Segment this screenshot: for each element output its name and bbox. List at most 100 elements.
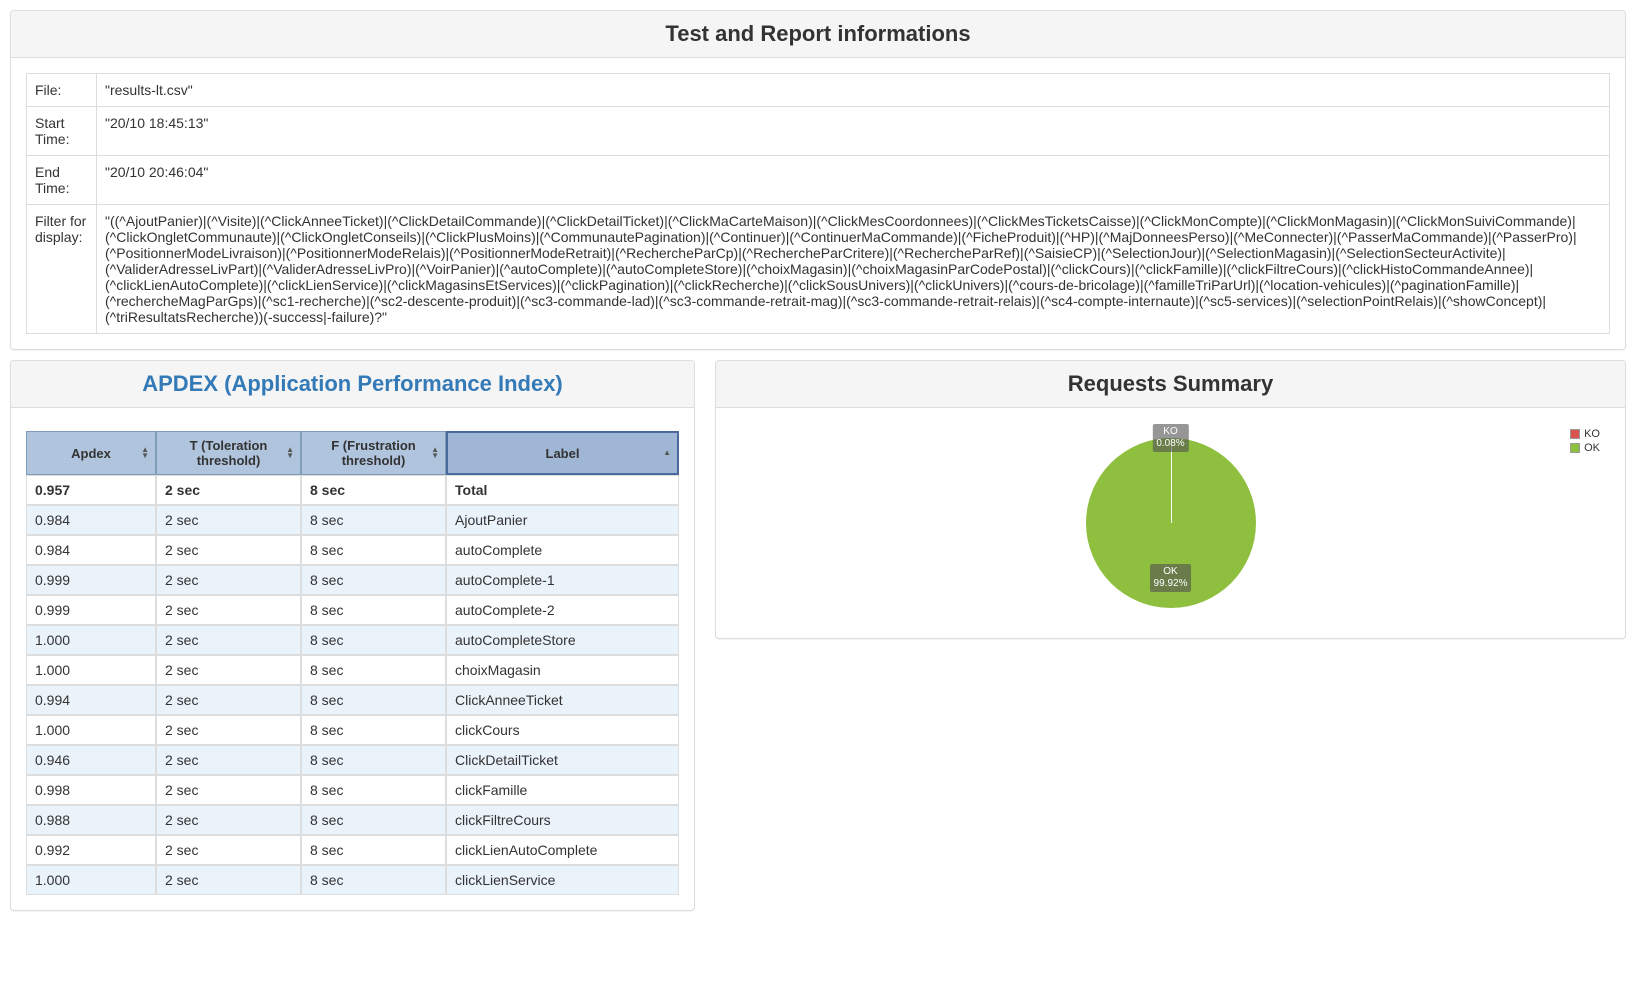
- apdex-cell-t: 2 sec: [156, 655, 301, 685]
- pie-label-ok: OK 99.92%: [1150, 564, 1192, 592]
- apdex-row: 0.9842 sec8 secautoComplete: [26, 535, 679, 565]
- summary-body: KO 0.08% OK 99.92% KOOK: [716, 408, 1625, 638]
- apdex-cell-t: 2 sec: [156, 595, 301, 625]
- apdex-col-f[interactable]: F (Frustration threshold) ▲▼: [301, 431, 446, 475]
- apdex-cell-f: 8 sec: [301, 625, 446, 655]
- legend-item[interactable]: KO: [1570, 427, 1600, 441]
- apdex-cell-f: 8 sec: [301, 835, 446, 865]
- apdex-cell-t: 2 sec: [156, 685, 301, 715]
- apdex-cell-t: 2 sec: [156, 475, 301, 505]
- apdex-cell-label: ClickDetailTicket: [446, 745, 679, 775]
- info-row: Filter for display:"((^AjoutPanier)|(^Vi…: [27, 205, 1610, 334]
- test-info-heading: Test and Report informations: [11, 11, 1625, 58]
- apdex-cell-f: 8 sec: [301, 715, 446, 745]
- apdex-cell-label: autoCompleteStore: [446, 625, 679, 655]
- apdex-cell-t: 2 sec: [156, 505, 301, 535]
- apdex-table: Apdex ▲▼ T (Toleration threshold) ▲▼: [26, 431, 679, 895]
- apdex-row: 0.9982 sec8 secclickFamille: [26, 775, 679, 805]
- sort-icon: ▲▼: [286, 447, 294, 459]
- apdex-row: 0.9992 sec8 secautoComplete-1: [26, 565, 679, 595]
- apdex-cell-apdex: 0.957: [26, 475, 156, 505]
- apdex-cell-t: 2 sec: [156, 805, 301, 835]
- sort-asc-icon: ▲: [663, 450, 671, 456]
- apdex-cell-label: autoComplete: [446, 535, 679, 565]
- apdex-col-apdex[interactable]: Apdex ▲▼: [26, 431, 156, 475]
- apdex-cell-f: 8 sec: [301, 655, 446, 685]
- pie-label-ko: KO 0.08%: [1152, 424, 1188, 452]
- apdex-cell-t: 2 sec: [156, 865, 301, 895]
- apdex-col-apdex-label: Apdex: [71, 446, 111, 461]
- apdex-cell-t: 2 sec: [156, 535, 301, 565]
- legend-label: OK: [1584, 441, 1600, 455]
- legend-swatch: [1570, 429, 1580, 439]
- apdex-cell-apdex: 0.998: [26, 775, 156, 805]
- legend-item[interactable]: OK: [1570, 441, 1600, 455]
- apdex-col-label-label: Label: [546, 446, 580, 461]
- info-row-value: "((^AjoutPanier)|(^Visite)|(^ClickAnneeT…: [97, 205, 1610, 334]
- apdex-col-t-label: T (Toleration threshold): [190, 438, 268, 468]
- apdex-row: 1.0002 sec8 secautoCompleteStore: [26, 625, 679, 655]
- apdex-heading: APDEX (Application Performance Index): [11, 361, 694, 408]
- apdex-cell-apdex: 0.988: [26, 805, 156, 835]
- apdex-cell-label: clickLienService: [446, 865, 679, 895]
- apdex-cell-label: clickCours: [446, 715, 679, 745]
- apdex-cell-f: 8 sec: [301, 475, 446, 505]
- apdex-cell-apdex: 0.992: [26, 835, 156, 865]
- legend-swatch: [1570, 443, 1580, 453]
- apdex-cell-apdex: 0.999: [26, 595, 156, 625]
- apdex-row: 0.9882 sec8 secclickFiltreCours: [26, 805, 679, 835]
- apdex-cell-label: autoComplete-2: [446, 595, 679, 625]
- apdex-cell-apdex: 0.984: [26, 505, 156, 535]
- apdex-cell-apdex: 1.000: [26, 625, 156, 655]
- apdex-cell-apdex: 1.000: [26, 655, 156, 685]
- apdex-col-t[interactable]: T (Toleration threshold) ▲▼: [156, 431, 301, 475]
- test-info-body: File:"results-lt.csv"Start Time:"20/10 1…: [11, 58, 1625, 349]
- apdex-cell-f: 8 sec: [301, 775, 446, 805]
- apdex-cell-label: clickFamille: [446, 775, 679, 805]
- legend-label: KO: [1584, 427, 1600, 441]
- apdex-row: 0.9842 sec8 secAjoutPanier: [26, 505, 679, 535]
- summary-heading: Requests Summary: [716, 361, 1625, 408]
- apdex-body: Apdex ▲▼ T (Toleration threshold) ▲▼: [11, 408, 694, 910]
- apdex-row: 0.9992 sec8 secautoComplete-2: [26, 595, 679, 625]
- test-info-panel: Test and Report informations File:"resul…: [10, 10, 1626, 350]
- apdex-title: APDEX (Application Performance Index): [26, 371, 679, 397]
- apdex-cell-label: autoComplete-1: [446, 565, 679, 595]
- apdex-row: 1.0002 sec8 secchoixMagasin: [26, 655, 679, 685]
- apdex-cell-f: 8 sec: [301, 535, 446, 565]
- apdex-cell-f: 8 sec: [301, 745, 446, 775]
- info-row: Start Time:"20/10 18:45:13": [27, 107, 1610, 156]
- apdex-cell-apdex: 0.946: [26, 745, 156, 775]
- info-row: File:"results-lt.csv": [27, 74, 1610, 107]
- apdex-row: 0.9922 sec8 secclickLienAutoComplete: [26, 835, 679, 865]
- sort-icon: ▲▼: [141, 447, 149, 459]
- apdex-cell-label: choixMagasin: [446, 655, 679, 685]
- apdex-cell-label: AjoutPanier: [446, 505, 679, 535]
- apdex-cell-f: 8 sec: [301, 595, 446, 625]
- chart-legend: KOOK: [1570, 427, 1600, 455]
- info-row-value: "results-lt.csv": [97, 74, 1610, 107]
- info-row-label: Filter for display:: [27, 205, 97, 334]
- apdex-cell-f: 8 sec: [301, 805, 446, 835]
- sort-icon: ▲▼: [431, 447, 439, 459]
- apdex-panel: APDEX (Application Performance Index) Ap…: [10, 360, 695, 911]
- apdex-cell-f: 8 sec: [301, 565, 446, 595]
- apdex-cell-apdex: 0.999: [26, 565, 156, 595]
- apdex-row: 0.9462 sec8 secClickDetailTicket: [26, 745, 679, 775]
- pie-chart[interactable]: KO 0.08% OK 99.92% KOOK: [731, 423, 1610, 623]
- apdex-row: 1.0002 sec8 secclickLienService: [26, 865, 679, 895]
- apdex-cell-t: 2 sec: [156, 835, 301, 865]
- apdex-col-label[interactable]: Label ▲: [446, 431, 679, 475]
- summary-panel: Requests Summary KO 0.08% OK 99.92%: [715, 360, 1626, 639]
- apdex-cell-apdex: 0.994: [26, 685, 156, 715]
- pie-graphic: KO 0.08% OK 99.92%: [1086, 438, 1256, 608]
- apdex-cell-t: 2 sec: [156, 625, 301, 655]
- apdex-cell-f: 8 sec: [301, 865, 446, 895]
- apdex-cell-f: 8 sec: [301, 505, 446, 535]
- apdex-cell-apdex: 0.984: [26, 535, 156, 565]
- apdex-cell-label: Total: [446, 475, 679, 505]
- test-info-title: Test and Report informations: [26, 21, 1610, 47]
- info-row-label: File:: [27, 74, 97, 107]
- apdex-cell-apdex: 1.000: [26, 715, 156, 745]
- apdex-cell-t: 2 sec: [156, 745, 301, 775]
